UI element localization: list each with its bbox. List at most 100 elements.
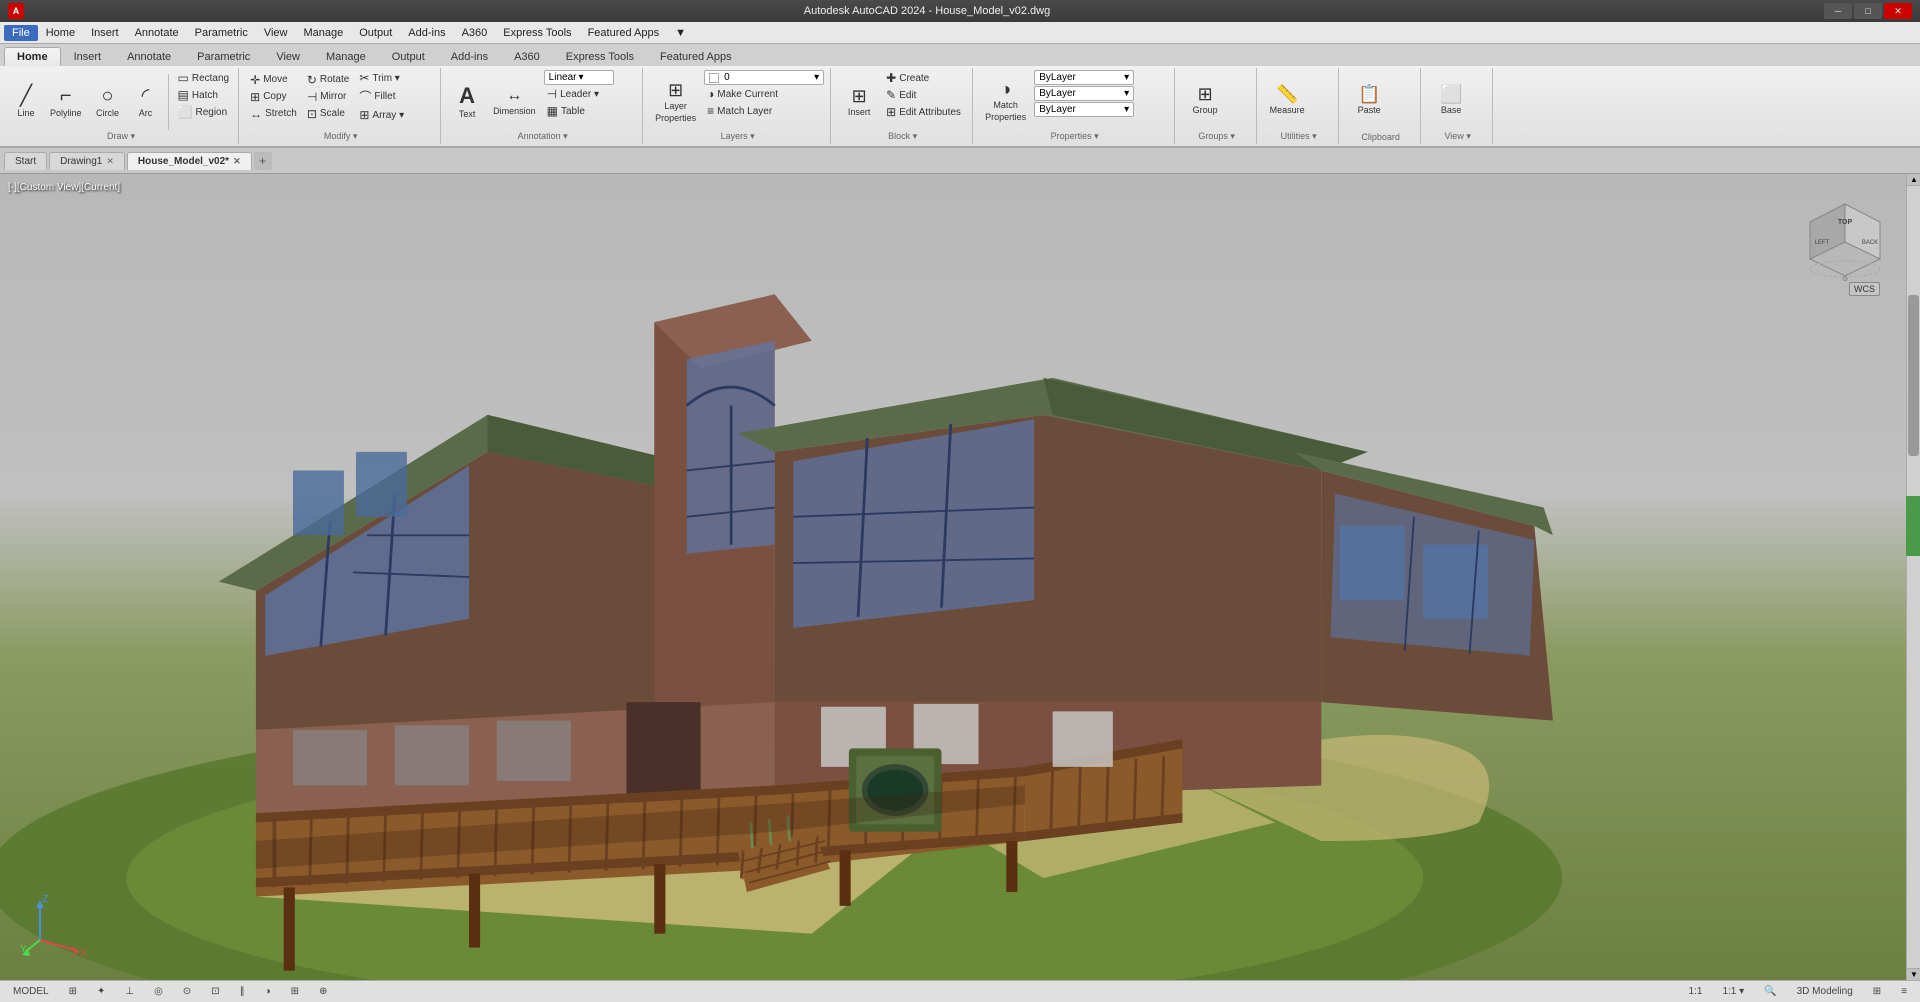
tab-parametric[interactable]: Parametric bbox=[184, 47, 263, 66]
gizmo-btn[interactable]: ⊕ bbox=[314, 984, 332, 999]
menu-home[interactable]: Home bbox=[38, 25, 83, 41]
table-button[interactable]: ▦Table bbox=[544, 103, 614, 119]
region-button[interactable]: ⬜Region bbox=[175, 104, 233, 120]
edit-attributes-button[interactable]: ⊞Edit Attributes bbox=[883, 104, 964, 120]
move-button[interactable]: ✛Move bbox=[247, 72, 300, 88]
side-panel-toggle[interactable] bbox=[1906, 496, 1920, 556]
otrack-button[interactable]: ⊡ bbox=[206, 984, 224, 999]
arc-button[interactable]: ◜ Arc bbox=[130, 84, 162, 120]
maximize-button[interactable]: □ bbox=[1854, 3, 1882, 19]
color-dropdown[interactable]: ByLayer ▾ bbox=[1034, 70, 1134, 85]
array-button[interactable]: ⊞Array ▾ bbox=[356, 107, 407, 123]
tab-insert[interactable]: Insert bbox=[61, 47, 115, 66]
hatch-button[interactable]: ▤Hatch bbox=[175, 87, 233, 103]
lineweight-dropdown[interactable]: ByLayer ▾ bbox=[1034, 102, 1134, 117]
tab-featured[interactable]: Featured Apps bbox=[647, 47, 745, 66]
ortho-button[interactable]: ⊥ bbox=[120, 984, 139, 999]
base-button[interactable]: ⬜ Base bbox=[1429, 83, 1473, 117]
tab-home[interactable]: Home bbox=[4, 47, 61, 66]
workspace-btn[interactable]: 3D Modeling bbox=[1792, 984, 1858, 999]
model-button[interactable]: MODEL bbox=[8, 984, 54, 999]
linear-dropdown[interactable]: Linear ▾ bbox=[544, 70, 614, 85]
scroll-down-button[interactable]: ▼ bbox=[1907, 968, 1920, 980]
lineweight-btn[interactable]: ∥ bbox=[235, 984, 250, 999]
menu-featured[interactable]: Featured Apps bbox=[580, 25, 668, 41]
menu-express[interactable]: Express Tools bbox=[495, 25, 579, 41]
menu-a360[interactable]: A360 bbox=[454, 25, 496, 41]
tab-drawing1-label: Drawing1 bbox=[60, 156, 102, 167]
grid-button[interactable]: ⊞ bbox=[64, 984, 82, 999]
annotation-scale[interactable]: 1:1 bbox=[1684, 984, 1708, 999]
insert-button[interactable]: ⊞ Insert bbox=[839, 85, 879, 119]
menu-insert[interactable]: Insert bbox=[83, 25, 127, 41]
edit-button[interactable]: ✎Edit bbox=[883, 87, 964, 103]
create-button[interactable]: ✚Create bbox=[883, 70, 964, 86]
scale-button[interactable]: ⊡Scale bbox=[304, 106, 353, 122]
ui-btn[interactable]: ⊞ bbox=[1868, 984, 1886, 999]
menu-file[interactable]: File bbox=[4, 25, 38, 41]
stretch-button[interactable]: ↔Stretch bbox=[247, 106, 300, 122]
polyline-button[interactable]: ⌐ Polyline bbox=[46, 84, 86, 120]
scroll-thumb[interactable] bbox=[1908, 295, 1919, 456]
tab-output[interactable]: Output bbox=[379, 47, 438, 66]
tab-house-label: House_Model_v02* bbox=[138, 156, 229, 167]
leader-button[interactable]: ⊣Leader ▾ bbox=[544, 86, 614, 102]
tab-start-label: Start bbox=[15, 156, 36, 167]
tab-house-model[interactable]: House_Model_v02* ✕ bbox=[127, 152, 252, 170]
text-button[interactable]: A Text bbox=[449, 83, 485, 121]
match-properties-button[interactable]: ◑ Match Properties bbox=[981, 78, 1030, 124]
menu-annotate[interactable]: Annotate bbox=[127, 25, 187, 41]
zoom-btn[interactable]: 🔍 bbox=[1759, 984, 1781, 999]
rotate-button[interactable]: ↻Rotate bbox=[304, 72, 353, 88]
close-button[interactable]: ✕ bbox=[1884, 3, 1912, 19]
menu-parametric[interactable]: Parametric bbox=[187, 25, 256, 41]
menu-manage[interactable]: Manage bbox=[295, 25, 351, 41]
tab-annotate[interactable]: Annotate bbox=[114, 47, 184, 66]
vertical-scrollbar[interactable]: ▲ ▼ bbox=[1906, 174, 1920, 980]
copy-button[interactable]: ⊞Copy bbox=[247, 89, 300, 105]
rectang-button[interactable]: ▭Rectang bbox=[175, 70, 233, 86]
fillet-button[interactable]: ⌒Fillet bbox=[356, 87, 407, 106]
axis-svg: Z X Y bbox=[20, 890, 90, 960]
snap-button[interactable]: ✦ bbox=[92, 984, 110, 999]
trim-button[interactable]: ✂Trim ▾ bbox=[356, 70, 407, 86]
scroll-up-button[interactable]: ▲ bbox=[1907, 174, 1920, 186]
match-layer-button[interactable]: ≡Match Layer bbox=[704, 103, 824, 119]
measure-button[interactable]: 📏 Measure bbox=[1265, 83, 1309, 117]
viewport[interactable]: TOP BACK LEFT ⊙ WCS [-][Custom View][Cur… bbox=[0, 174, 1920, 980]
layer-dropdown[interactable]: 0 ▾ bbox=[704, 70, 824, 85]
viewport-scale[interactable]: 1:1 ▾ bbox=[1717, 984, 1749, 999]
menu-view[interactable]: View bbox=[256, 25, 296, 41]
tab-house-close[interactable]: ✕ bbox=[233, 156, 241, 167]
mirror-button[interactable]: ⊣Mirror bbox=[304, 89, 353, 105]
settings-btn[interactable]: ≡ bbox=[1896, 984, 1912, 999]
tab-drawing1-close[interactable]: ✕ bbox=[106, 156, 114, 167]
selection-btn[interactable]: ⊞ bbox=[286, 984, 304, 999]
layer-properties-button[interactable]: ⊞ Layer Properties bbox=[651, 79, 700, 125]
dimension-button[interactable]: ↔ Dimension bbox=[489, 86, 540, 118]
wcs-label[interactable]: WCS bbox=[1849, 282, 1880, 296]
tab-express[interactable]: Express Tools bbox=[553, 47, 647, 66]
viewcube[interactable]: TOP BACK LEFT ⊙ bbox=[1800, 194, 1880, 274]
tab-view[interactable]: View bbox=[263, 47, 313, 66]
tab-a360[interactable]: A360 bbox=[501, 47, 553, 66]
line-button[interactable]: ╱ Line bbox=[10, 84, 42, 120]
linetype-dropdown[interactable]: ByLayer ▾ bbox=[1034, 86, 1134, 101]
menu-output[interactable]: Output bbox=[351, 25, 400, 41]
group-button[interactable]: ⊞ Group bbox=[1183, 83, 1227, 117]
tab-drawing1[interactable]: Drawing1 ✕ bbox=[49, 152, 125, 170]
transparency-btn[interactable]: ◑ bbox=[260, 984, 276, 999]
menu-addins[interactable]: Add-ins bbox=[400, 25, 453, 41]
tab-start[interactable]: Start bbox=[4, 152, 47, 170]
ribbon-group-view: ⬜ Base View ▾ bbox=[1423, 68, 1493, 144]
tab-addins[interactable]: Add-ins bbox=[438, 47, 501, 66]
new-tab-button[interactable]: + bbox=[254, 152, 272, 170]
tab-manage[interactable]: Manage bbox=[313, 47, 379, 66]
minimize-button[interactable]: ─ bbox=[1824, 3, 1852, 19]
osnap-button[interactable]: ⊙ bbox=[178, 984, 196, 999]
menu-more[interactable]: ▼ bbox=[667, 25, 694, 41]
circle-button[interactable]: ○ Circle bbox=[90, 84, 126, 120]
make-current-button[interactable]: ◑Make Current bbox=[704, 86, 824, 102]
paste-button[interactable]: 📋 Paste bbox=[1347, 83, 1391, 117]
polar-button[interactable]: ◎ bbox=[149, 984, 168, 999]
